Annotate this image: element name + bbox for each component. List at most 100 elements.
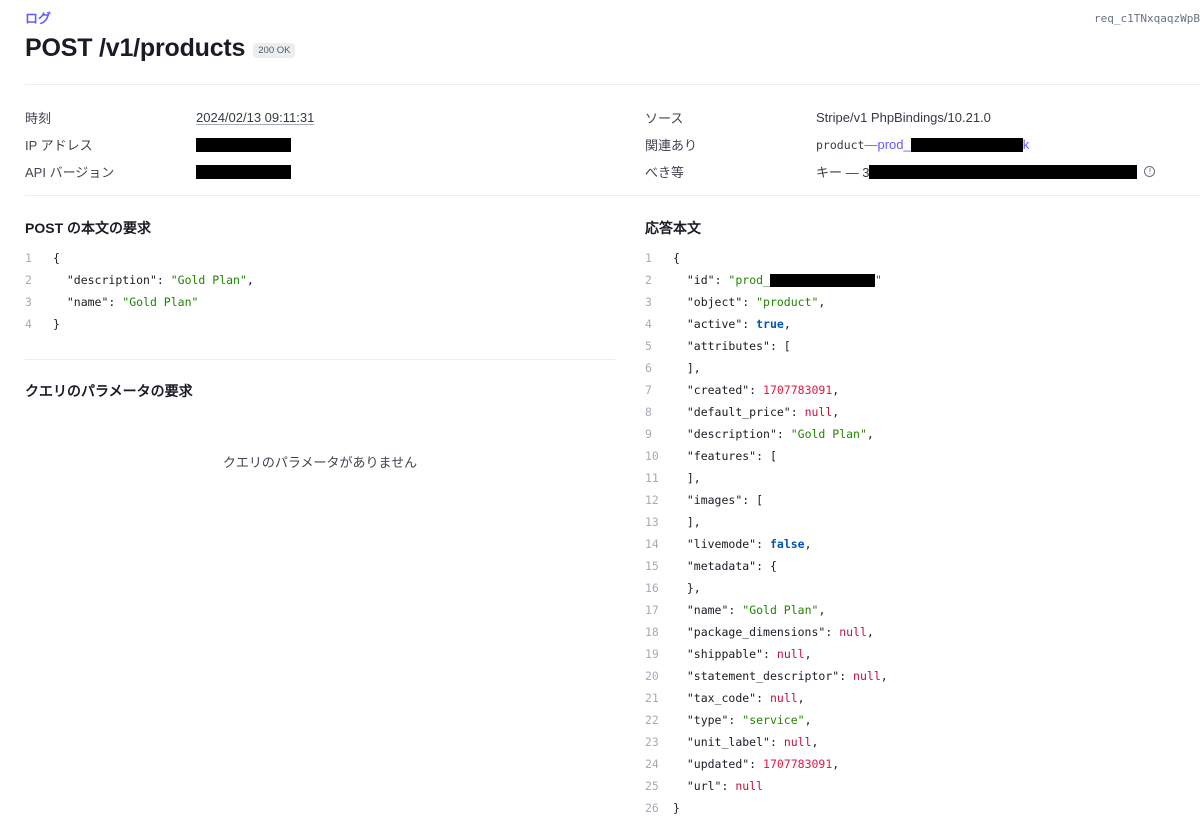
code-text: "id": "prod_ " bbox=[686, 273, 882, 287]
code-text: ], bbox=[673, 361, 701, 375]
meta-divider bbox=[25, 195, 1200, 196]
request-id[interactable]: req_c1TNxqaqzWpB bbox=[1094, 12, 1200, 25]
meta-label-idempotency: べき等 bbox=[645, 165, 685, 180]
page-title: POST /v1/products bbox=[25, 34, 246, 62]
response-body-line: 16 }, bbox=[645, 577, 888, 599]
response-body-line: 20 "statement_descriptor": null, bbox=[645, 665, 888, 687]
code-text: "name": "Gold Plan" bbox=[66, 295, 199, 309]
breadcrumb-logs-link[interactable]: ログ bbox=[25, 8, 51, 27]
meta-label-source: ソース bbox=[645, 111, 684, 126]
response-body-line: 26} bbox=[645, 797, 888, 819]
response-body-line: 6 ], bbox=[645, 357, 888, 379]
response-body-line: 1{ bbox=[645, 247, 888, 269]
request-body-line: 2 "description": "Gold Plan", bbox=[25, 269, 254, 291]
meta-label-time: 時刻 bbox=[25, 111, 52, 126]
response-body-line: 4 "active": true, bbox=[645, 313, 888, 335]
info-icon[interactable]: ! bbox=[1144, 166, 1156, 177]
meta-label-api-version: API バージョン bbox=[25, 165, 115, 180]
code-text: "url": null bbox=[686, 779, 764, 793]
response-body-line: 8 "default_price": null, bbox=[645, 401, 888, 423]
meta-left: 時刻 2024/02/13 09:11:31 IP アドレス API バージョン bbox=[25, 104, 314, 185]
code-text: "package_dimensions": null, bbox=[686, 625, 874, 639]
code-text: "type": "service", bbox=[686, 713, 812, 727]
response-body-code: 1{2 "id": "prod_ " 3 "object": "product", 4… bbox=[645, 247, 888, 819]
request-body-line: 4} bbox=[25, 313, 254, 335]
line-number: 4 bbox=[645, 317, 652, 331]
response-body-line: 17 "name": "Gold Plan", bbox=[645, 599, 888, 621]
line-number: 6 bbox=[645, 361, 652, 375]
status-badge: 200 OK bbox=[253, 43, 296, 58]
meta-row-time: 時刻 2024/02/13 09:11:31 bbox=[25, 104, 314, 131]
response-body-line: 15 "metadata": { bbox=[645, 555, 888, 577]
code-text: "shippable": null, bbox=[686, 647, 812, 661]
code-text: "created": 1707783091, bbox=[686, 383, 840, 397]
line-number: 7 bbox=[645, 383, 652, 397]
title-row: POST /v1/products 200 OK bbox=[25, 34, 296, 63]
redacted-idempotency-key bbox=[869, 164, 1138, 179]
line-number: 14 bbox=[645, 537, 659, 551]
line-number: 13 bbox=[645, 515, 659, 529]
meta-value-ip bbox=[196, 137, 291, 152]
code-text: "name": "Gold Plan", bbox=[686, 603, 826, 617]
response-body-line: 11 ], bbox=[645, 467, 888, 489]
line-number: 19 bbox=[645, 647, 659, 661]
query-params-empty-message: クエリのパラメータがありません bbox=[222, 455, 418, 470]
line-number: 16 bbox=[645, 581, 659, 595]
response-body-line: 2 "id": "prod_ " bbox=[645, 269, 888, 291]
response-body-line: 22 "type": "service", bbox=[645, 709, 888, 731]
idempotency-key-text: キー — 3 bbox=[816, 165, 870, 180]
request-body-code: 1{2 "description": "Gold Plan", 3 "name":… bbox=[25, 247, 254, 335]
code-text: ], bbox=[673, 471, 701, 485]
response-body-line: 12 "images": [ bbox=[645, 489, 888, 511]
meta-value-time[interactable]: 2024/02/13 09:11:31 bbox=[196, 110, 314, 125]
line-number: 25 bbox=[645, 779, 659, 793]
code-text: "attributes": [ bbox=[686, 339, 791, 353]
redacted-product-id bbox=[910, 137, 1023, 152]
code-text: "images": [ bbox=[686, 493, 764, 507]
code-text: "livemode": false, bbox=[686, 537, 812, 551]
code-text: "tax_code": null, bbox=[686, 691, 805, 705]
response-body-line: 14 "livemode": false, bbox=[645, 533, 888, 555]
code-text: "statement_descriptor": null, bbox=[686, 669, 888, 683]
header-divider bbox=[25, 84, 1200, 85]
response-body-line: 5 "attributes": [ bbox=[645, 335, 888, 357]
redacted-api-version bbox=[196, 164, 291, 179]
request-divider bbox=[25, 359, 615, 360]
related-link-suffix: k bbox=[1022, 137, 1030, 152]
related-product-link[interactable]: prod_ k bbox=[877, 137, 1029, 152]
meta-label-ip: IP アドレス bbox=[25, 138, 93, 153]
response-body-line: 3 "object": "product", bbox=[645, 291, 888, 313]
code-text: "unit_label": null, bbox=[686, 735, 819, 749]
code-text: "description": "Gold Plan", bbox=[66, 273, 254, 287]
line-number: 2 bbox=[645, 273, 652, 287]
line-number: 18 bbox=[645, 625, 659, 639]
code-text: "active": true, bbox=[686, 317, 791, 331]
meta-row-source: ソース Stripe/v1 PhpBindings/10.21.0 bbox=[645, 104, 1155, 131]
line-number: 3 bbox=[645, 295, 652, 309]
code-text: "updated": 1707783091, bbox=[686, 757, 840, 771]
line-number: 24 bbox=[645, 757, 659, 771]
meta-row-api-version: API バージョン bbox=[25, 158, 314, 185]
meta-value-source: Stripe/v1 PhpBindings/10.21.0 bbox=[816, 110, 991, 125]
meta-value-idempotency: キー — 3 ! bbox=[816, 162, 1156, 181]
line-number: 5 bbox=[645, 339, 652, 353]
line-number: 15 bbox=[645, 559, 659, 573]
meta-row-ip: IP アドレス bbox=[25, 131, 314, 158]
request-body-line: 3 "name": "Gold Plan" bbox=[25, 291, 254, 313]
code-text: "default_price": null, bbox=[686, 405, 840, 419]
meta-label-related: 関連あり bbox=[645, 138, 698, 153]
line-number: 20 bbox=[645, 669, 659, 683]
code-text: "object": "product", bbox=[686, 295, 826, 309]
request-body-title: POST の本文の要求 bbox=[25, 220, 152, 236]
line-number: 2 bbox=[25, 273, 32, 287]
code-text: "description": "Gold Plan", bbox=[686, 427, 874, 441]
meta-value-related: product — prod_ k bbox=[816, 137, 1029, 152]
line-number: 21 bbox=[645, 691, 659, 705]
query-params-title: クエリのパラメータの要求 bbox=[25, 383, 193, 399]
response-body-line: 21 "tax_code": null, bbox=[645, 687, 888, 709]
response-body-line: 25 "url": null bbox=[645, 775, 888, 797]
related-separator: — bbox=[864, 137, 878, 152]
code-text: } bbox=[53, 317, 60, 331]
response-body-line: 23 "unit_label": null, bbox=[645, 731, 888, 753]
line-number: 22 bbox=[645, 713, 659, 727]
